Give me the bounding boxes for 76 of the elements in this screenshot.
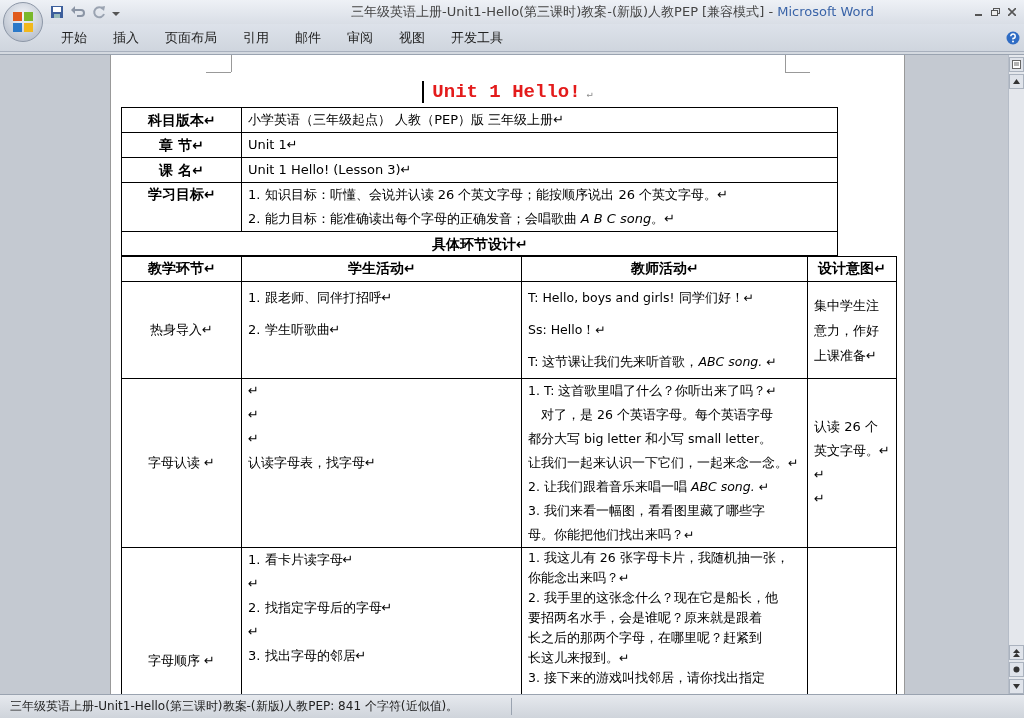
cell-text: ↵ xyxy=(248,575,260,593)
cell-text: 意力，作好 xyxy=(814,321,880,340)
close-icon[interactable] xyxy=(1008,8,1016,16)
cell-text: 都分大写 big letter 和小写 small letter。 xyxy=(528,430,774,448)
cell-text: 3. 接下来的游戏叫找邻居，请你找出指定 xyxy=(528,669,766,687)
save-icon[interactable] xyxy=(50,5,64,19)
cell-text: 字母顺序 ↵ xyxy=(147,652,216,670)
paragraph-mark: ↵ xyxy=(585,89,593,100)
cell-text: 2. 我手里的这张念什么？现在它是船长，他 xyxy=(528,589,779,607)
cell-text: 认读字母表，找字母↵ xyxy=(248,454,377,472)
cell-text: Ss: Hello！↵ xyxy=(528,321,607,339)
ribbon-tab[interactable]: 页面布局 xyxy=(152,28,230,47)
column-header: 学生活动↵ xyxy=(241,256,522,282)
office-logo-icon xyxy=(11,10,35,34)
cell-text: 1. 我这儿有 26 张字母卡片，我随机抽一张， xyxy=(528,549,790,567)
cell-text: 你能念出来吗？↵ xyxy=(528,569,631,587)
status-text: 三年级英语上册-Unit1-Hello(第三课时)教案-(新版)人教PEP: 841 个字符(近似值)。 xyxy=(0,698,512,715)
scroll-down-icon[interactable] xyxy=(1009,679,1024,694)
ruler-toggle-icon[interactable] xyxy=(1009,57,1024,72)
cell-text: 1. 看卡片读字母↵ xyxy=(248,551,355,569)
cell-text: 热身导入↵ xyxy=(149,321,214,339)
cell-text: 认读 26 个 xyxy=(814,418,879,436)
ribbon-tab[interactable]: 插入 xyxy=(100,28,152,47)
cell-text: ↵ xyxy=(248,430,260,448)
cell-text: T: Hello, boys and girls! 同学们好！↵ xyxy=(528,289,756,307)
cell-text: 2. 能力目标：能准确读出每个字母的正确发音；会唱歌曲 A B C song。↵ xyxy=(248,210,677,228)
cell-text: 集中学生注 xyxy=(814,296,880,315)
cell-text: 3. 我们来看一幅图，看看图里藏了哪些字 xyxy=(528,502,766,520)
cell-text: 母。你能把他们找出来吗？↵ xyxy=(528,526,696,544)
previous-page-icon[interactable] xyxy=(1009,645,1024,660)
cell-text: T: 这节课让我们先来听首歌，ABC song. ↵ xyxy=(528,353,778,371)
table-cell: 具体环节设计↵ xyxy=(121,231,838,256)
cell-text: 1. 跟老师、同伴打招呼↵ xyxy=(248,289,394,307)
scroll-up-icon[interactable] xyxy=(1009,74,1024,89)
column-header: 设计意图↵ xyxy=(807,256,897,282)
column-header: 教学环节↵ xyxy=(121,256,242,282)
ribbon-tab[interactable]: 邮件 xyxy=(282,28,334,47)
cell-text: 长这儿来报到。↵ xyxy=(528,649,631,667)
ribbon-tab[interactable]: 开发工具 xyxy=(438,28,516,47)
cell-text: 英文字母。↵ xyxy=(814,442,890,460)
cell-text: 让我们一起来认识一下它们，一起来念一念。↵ xyxy=(528,454,800,472)
document-title: Unit 1 Hello! xyxy=(432,81,581,103)
cell-text: ↵ xyxy=(814,490,826,508)
restore-icon[interactable] xyxy=(991,8,1000,16)
table-cell: 学习目标↵ xyxy=(121,182,242,232)
table-cell: 课 名↵ xyxy=(121,157,242,183)
browse-object-icon[interactable] xyxy=(1009,662,1024,677)
cell-text: ↵ xyxy=(248,406,260,424)
ribbon-tab[interactable]: 审阅 xyxy=(334,28,386,47)
cell-text: 1. 知识目标：听懂、会说并认读 26 个英文字母；能按顺序说出 26 个英文字母。↵ xyxy=(248,186,730,204)
cell-text: ↵ xyxy=(248,623,260,641)
cell-text: 3. 找出字母的邻居↵ xyxy=(248,647,368,665)
table-cell: 科目版本↵ xyxy=(121,107,242,133)
cell-text: 要招两名水手，会是谁呢？原来就是跟着 xyxy=(528,609,763,627)
undo-icon[interactable] xyxy=(70,5,86,19)
window-title: 三年级英语上册-Unit1-Hello(第三课时)教案-(新版)人教PEP [兼容模式] - Microsoft Word xyxy=(350,3,875,21)
column-header: 教师活动↵ xyxy=(521,256,808,282)
cell-text: 小学英语（三年级起点） 人教（PEP）版 三年级上册↵ xyxy=(248,111,566,129)
ribbon-tab[interactable]: 引用 xyxy=(230,28,282,47)
cell-text: 上课准备↵ xyxy=(814,346,878,365)
cell-text: 2. 学生听歌曲↵ xyxy=(248,321,342,339)
text-cursor xyxy=(422,81,425,103)
cell-text: 2. 找指定字母后的字母↵ xyxy=(248,599,394,617)
cell-text: ↵ xyxy=(814,466,826,484)
cell-text: 1. T: 这首歌里唱了什么？你听出来了吗？↵ xyxy=(528,382,778,400)
ribbon-tab[interactable]: 视图 xyxy=(386,28,438,47)
table-cell: 章 节↵ xyxy=(121,132,242,158)
cell-text: ↵ xyxy=(248,382,260,400)
cell-text: 长之后的那两个字母，在哪里呢？赶紧到 xyxy=(528,629,763,647)
cell-text: Unit 1 Hello! (Lesson 3)↵ xyxy=(248,161,413,179)
cell-text: Unit 1↵ xyxy=(248,136,299,154)
cell-text: 2. 让我们跟着音乐来唱一唱 ABC song. ↵ xyxy=(528,478,771,496)
cell-text: 字母认读 ↵ xyxy=(147,454,216,472)
ribbon-tab[interactable]: 开始 xyxy=(48,28,100,47)
help-icon[interactable] xyxy=(1006,30,1020,45)
cell-text: 对了，是 26 个英语字母。每个英语字母 xyxy=(540,406,774,424)
